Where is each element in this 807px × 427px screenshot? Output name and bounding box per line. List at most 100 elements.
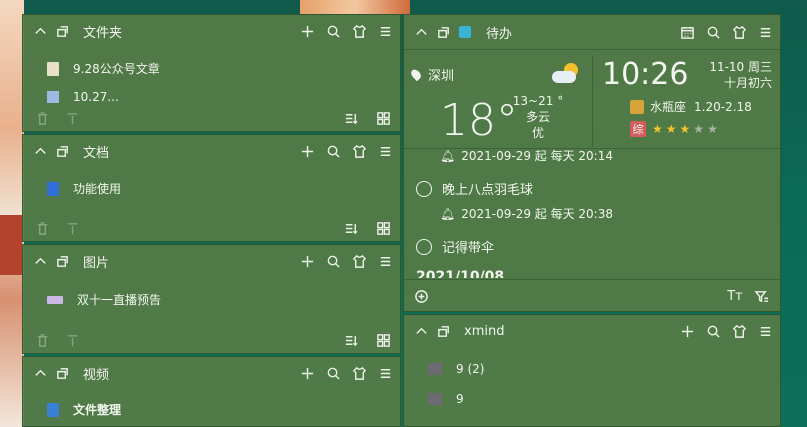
add-icon[interactable] bbox=[296, 362, 318, 384]
panel-title: 视频 bbox=[83, 367, 110, 383]
skin-icon[interactable] bbox=[348, 362, 370, 384]
list-item[interactable]: 9 (2) bbox=[428, 362, 484, 376]
trash-icon[interactable] bbox=[31, 329, 53, 351]
top-icon[interactable] bbox=[61, 107, 83, 129]
menu-icon[interactable] bbox=[374, 362, 396, 384]
menu-icon[interactable] bbox=[374, 250, 396, 272]
grid-view-icon[interactable] bbox=[372, 217, 394, 239]
temp-range: 13~21 ° bbox=[512, 94, 564, 108]
task-checkbox[interactable] bbox=[416, 238, 432, 255]
star-icon: ★ bbox=[665, 122, 677, 136]
star-icon: ★ bbox=[693, 122, 705, 136]
wallpaper-accent bbox=[0, 215, 22, 275]
add-task-icon[interactable] bbox=[410, 285, 432, 307]
collapse-icon[interactable] bbox=[29, 140, 51, 162]
star-icon: ★ bbox=[707, 122, 718, 136]
location-icon bbox=[409, 67, 423, 82]
panel-images: 图片 双十一直播预告 bbox=[22, 244, 401, 354]
checkbox-icon bbox=[454, 21, 476, 43]
task-item[interactable]: 晚上八点羽毛球 bbox=[416, 179, 533, 198]
skin-icon[interactable] bbox=[348, 20, 370, 42]
task-item[interactable]: 记得带伞 bbox=[416, 237, 494, 256]
skin-icon[interactable] bbox=[728, 320, 750, 342]
task-checkbox[interactable] bbox=[416, 180, 432, 197]
collapse-icon[interactable] bbox=[29, 362, 51, 384]
skin-icon[interactable] bbox=[728, 21, 750, 43]
star-icon: ★ bbox=[679, 122, 691, 136]
add-icon[interactable] bbox=[676, 320, 698, 342]
pin-icon[interactable] bbox=[51, 140, 73, 162]
menu-icon[interactable] bbox=[754, 320, 776, 342]
star-icon: ★ bbox=[652, 122, 663, 136]
pin-icon[interactable] bbox=[51, 362, 73, 384]
pin-icon[interactable] bbox=[432, 320, 454, 342]
panel-title: 待办 bbox=[486, 26, 513, 42]
word-file-icon bbox=[47, 181, 59, 196]
sort-icon[interactable] bbox=[340, 107, 362, 129]
xmind-file-icon bbox=[428, 363, 442, 375]
panel-footer bbox=[23, 215, 400, 241]
search-icon[interactable] bbox=[702, 320, 724, 342]
list-item[interactable]: 双十一直播预告 bbox=[47, 291, 161, 308]
search-icon[interactable] bbox=[322, 362, 344, 384]
list-item[interactable]: 9.28公众号文章 bbox=[47, 60, 160, 77]
temperature: 18° bbox=[440, 95, 518, 146]
search-icon[interactable] bbox=[322, 250, 344, 272]
panel-footer bbox=[23, 327, 400, 353]
list-item[interactable]: 10.27... bbox=[47, 91, 119, 103]
calendar-icon[interactable] bbox=[676, 21, 698, 43]
search-icon[interactable] bbox=[702, 21, 724, 43]
pin-icon[interactable] bbox=[432, 21, 454, 43]
list-item[interactable]: 功能使用 bbox=[47, 180, 121, 197]
weather-condition: 多云 bbox=[525, 110, 550, 124]
add-icon[interactable] bbox=[296, 250, 318, 272]
fortune-row: 综 ★ ★ ★ ★ ★ bbox=[630, 121, 721, 137]
partly-cloudy-icon bbox=[552, 63, 582, 85]
collapse-icon[interactable] bbox=[29, 250, 51, 272]
add-icon[interactable] bbox=[296, 20, 318, 42]
list-item[interactable]: 9 bbox=[428, 392, 464, 406]
search-icon[interactable] bbox=[322, 20, 344, 42]
top-icon[interactable] bbox=[61, 329, 83, 351]
filter-icon[interactable] bbox=[750, 285, 772, 307]
panel-title: 文档 bbox=[83, 145, 110, 161]
panel-header: 文件夹 bbox=[23, 15, 400, 47]
bell-icon: 🔔︎ bbox=[440, 206, 456, 221]
trash-icon[interactable] bbox=[31, 217, 53, 239]
sort-icon[interactable] bbox=[340, 217, 362, 239]
menu-icon[interactable] bbox=[374, 20, 396, 42]
weather-city: 深圳 bbox=[409, 65, 454, 84]
panel-title: xmind bbox=[464, 323, 505, 339]
collapse-icon[interactable] bbox=[29, 20, 51, 42]
sort-icon[interactable] bbox=[340, 329, 362, 351]
collapse-icon[interactable] bbox=[410, 320, 432, 342]
zip-file-icon bbox=[47, 61, 59, 76]
menu-icon[interactable] bbox=[374, 140, 396, 162]
panel-header: xmind bbox=[404, 315, 780, 347]
skin-icon[interactable] bbox=[348, 140, 370, 162]
divider bbox=[592, 55, 593, 147]
collapse-icon[interactable] bbox=[410, 21, 432, 43]
trash-icon[interactable] bbox=[31, 107, 53, 129]
pin-icon[interactable] bbox=[51, 20, 73, 42]
grid-view-icon[interactable] bbox=[372, 107, 394, 129]
list-item[interactable]: 文件整理 bbox=[47, 401, 121, 418]
zodiac-row: 水瓶座 1.20-2.18 bbox=[630, 98, 752, 115]
app-file-icon bbox=[47, 402, 59, 417]
panel-todo: 待办 深圳 18° 13~21 ° 多云 优 10:26 11-10 周三 十月… bbox=[403, 14, 781, 312]
panel-xmind: xmind 9 (2) 9 bbox=[403, 314, 781, 427]
font-size-icon[interactable]: Tт bbox=[724, 285, 746, 307]
lunar-date: 十月初六 bbox=[723, 76, 772, 90]
menu-icon[interactable] bbox=[754, 21, 776, 43]
grid-view-icon[interactable] bbox=[372, 329, 394, 351]
add-icon[interactable] bbox=[296, 140, 318, 162]
skin-icon[interactable] bbox=[348, 250, 370, 272]
combo-badge: 综 bbox=[630, 121, 646, 137]
search-icon[interactable] bbox=[322, 140, 344, 162]
air-quality: 优 bbox=[531, 126, 544, 140]
top-icon[interactable] bbox=[61, 217, 83, 239]
panel-folder: 文件夹 9.28公众号文章 10.27... bbox=[22, 14, 401, 132]
zodiac-badge-icon bbox=[630, 99, 644, 114]
panel-title: 文件夹 bbox=[83, 25, 123, 41]
pin-icon[interactable] bbox=[51, 250, 73, 272]
